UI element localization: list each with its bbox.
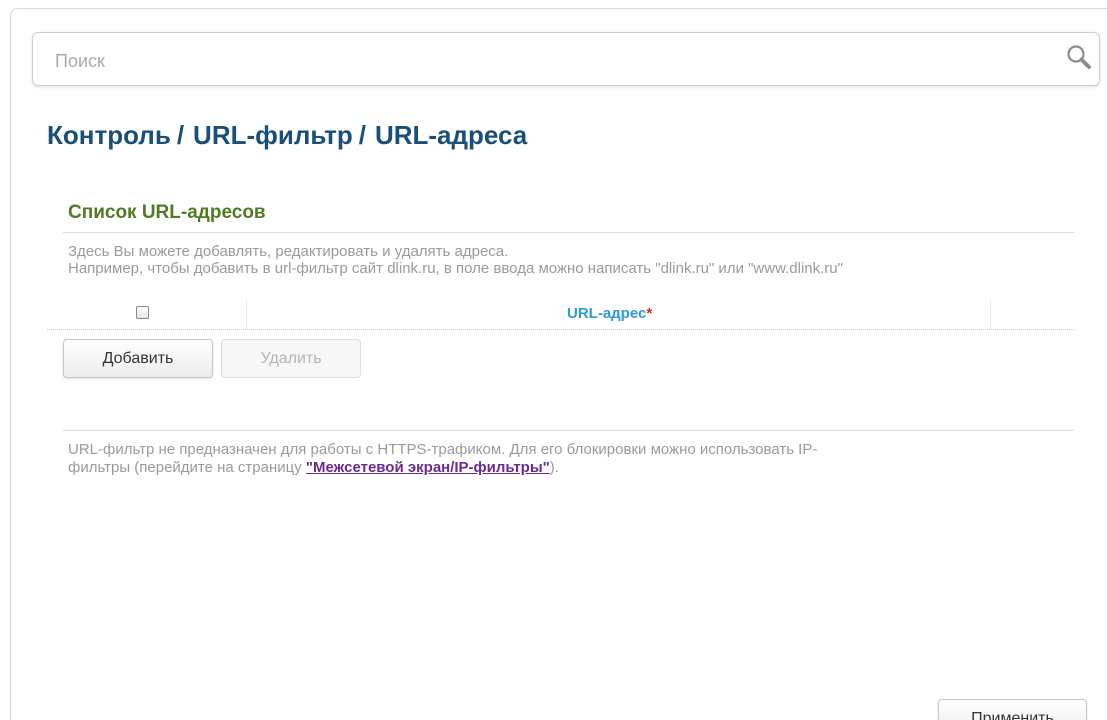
column-divider (246, 299, 247, 329)
page: Контроль/URL-фильтр/URL-адреса Список UR… (0, 0, 1107, 720)
required-mark: * (646, 305, 653, 322)
breadcrumb: Контроль / URL-фильтр / URL-адреса (47, 120, 527, 151)
note-divider (63, 430, 1074, 431)
section-description: Здесь Вы можете добавлять, редактировать… (68, 243, 843, 277)
search-box[interactable] (32, 32, 1100, 86)
section-divider (63, 232, 1074, 233)
select-all-checkbox[interactable] (136, 306, 149, 319)
add-button[interactable]: Добавить (63, 339, 213, 378)
https-note: URL-фильтр не предназначен для работы с … (68, 441, 817, 477)
description-line: Например, чтобы добавить в url-фильтр са… (68, 260, 843, 277)
column-header-url[interactable]: URL-адрес* (567, 305, 652, 322)
note-text: фильтры (перейдите на страницу (68, 459, 306, 476)
search-icon[interactable] (1064, 43, 1094, 73)
page-title: URL-адреса (374, 120, 528, 150)
description-line: Здесь Вы можете добавлять, редактировать… (68, 243, 509, 260)
breadcrumb-separator: / (358, 120, 366, 150)
search-input[interactable] (53, 46, 1037, 76)
firewall-ip-filters-link[interactable]: "Межсетевой экран/IP-фильтры" (306, 459, 550, 476)
note-line: URL-фильтр не предназначен для работы с … (68, 441, 818, 458)
breadcrumb-item-control[interactable]: Контроль (47, 120, 171, 150)
breadcrumb-separator: / (176, 120, 185, 150)
note-line: фильтры (перейдите на страницу "Межсетев… (68, 459, 817, 477)
delete-button[interactable]: Удалить (221, 339, 361, 378)
breadcrumb-item-url-filter[interactable]: URL-фильтр (193, 120, 353, 150)
section-title: Список URL-адресов (68, 202, 266, 223)
note-text: ). (549, 459, 559, 476)
column-header-label: URL-адрес (567, 305, 647, 322)
table-header-row: URL-адрес* (47, 299, 1076, 330)
apply-button[interactable]: Применить (938, 699, 1087, 720)
column-divider (990, 299, 991, 329)
